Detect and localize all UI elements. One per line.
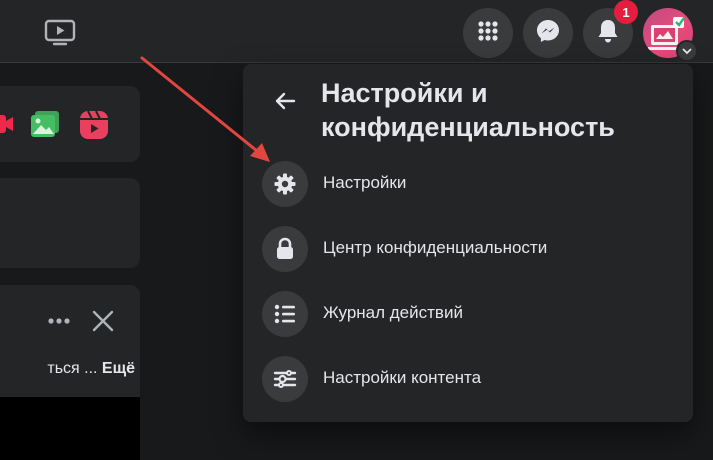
bell-icon: [596, 18, 620, 49]
menu-item-label: Журнал действий: [323, 303, 463, 322]
messenger-button[interactable]: [523, 8, 573, 58]
gear-icon: [262, 161, 308, 207]
list-icon: [262, 291, 308, 337]
photo-icon[interactable]: [30, 110, 60, 143]
video-play-icon[interactable]: [44, 18, 76, 46]
chevron-down-icon[interactable]: [676, 40, 698, 62]
close-icon[interactable]: [90, 308, 116, 334]
menu-item-label: Центр конфиденциальности: [323, 238, 548, 257]
create-post-card: [0, 86, 140, 162]
menu-item-activity-log[interactable]: Журнал действий: [253, 285, 683, 345]
lock-icon: [262, 226, 308, 272]
back-button[interactable]: [262, 80, 308, 126]
post-snippet: ться ...: [47, 360, 102, 377]
sliders-icon: [262, 356, 308, 402]
post-text-snippet: ться ... Ещё: [0, 360, 135, 378]
see-more-link[interactable]: Ещё: [102, 360, 135, 377]
notification-count-badge: 1: [614, 0, 638, 24]
feed-card: [0, 178, 140, 268]
live-video-icon[interactable]: [0, 112, 14, 141]
panel-title: Настройки и конфиденциальность: [321, 78, 615, 142]
reels-icon[interactable]: [79, 110, 109, 145]
menu-item-privacy-center[interactable]: Центр конфиденциальности: [253, 220, 683, 280]
menu-item-settings[interactable]: Настройки: [253, 155, 683, 215]
post-media[interactable]: [0, 397, 140, 460]
arrow-left-icon: [274, 91, 296, 116]
menu-item-label: Настройки: [323, 173, 407, 192]
menu-item-content-preferences[interactable]: Настройки контента: [253, 350, 683, 410]
more-options-icon[interactable]: [46, 310, 72, 332]
grid-menu-icon: [477, 20, 499, 47]
menu-button[interactable]: [463, 8, 513, 58]
page: 1 ться ... Ещё Настройки и конфиденциаль…: [0, 0, 713, 460]
menu-item-label: Настройки контента: [323, 368, 482, 387]
messenger-icon: [535, 18, 561, 49]
top-navigation-bar: 1: [0, 0, 713, 63]
